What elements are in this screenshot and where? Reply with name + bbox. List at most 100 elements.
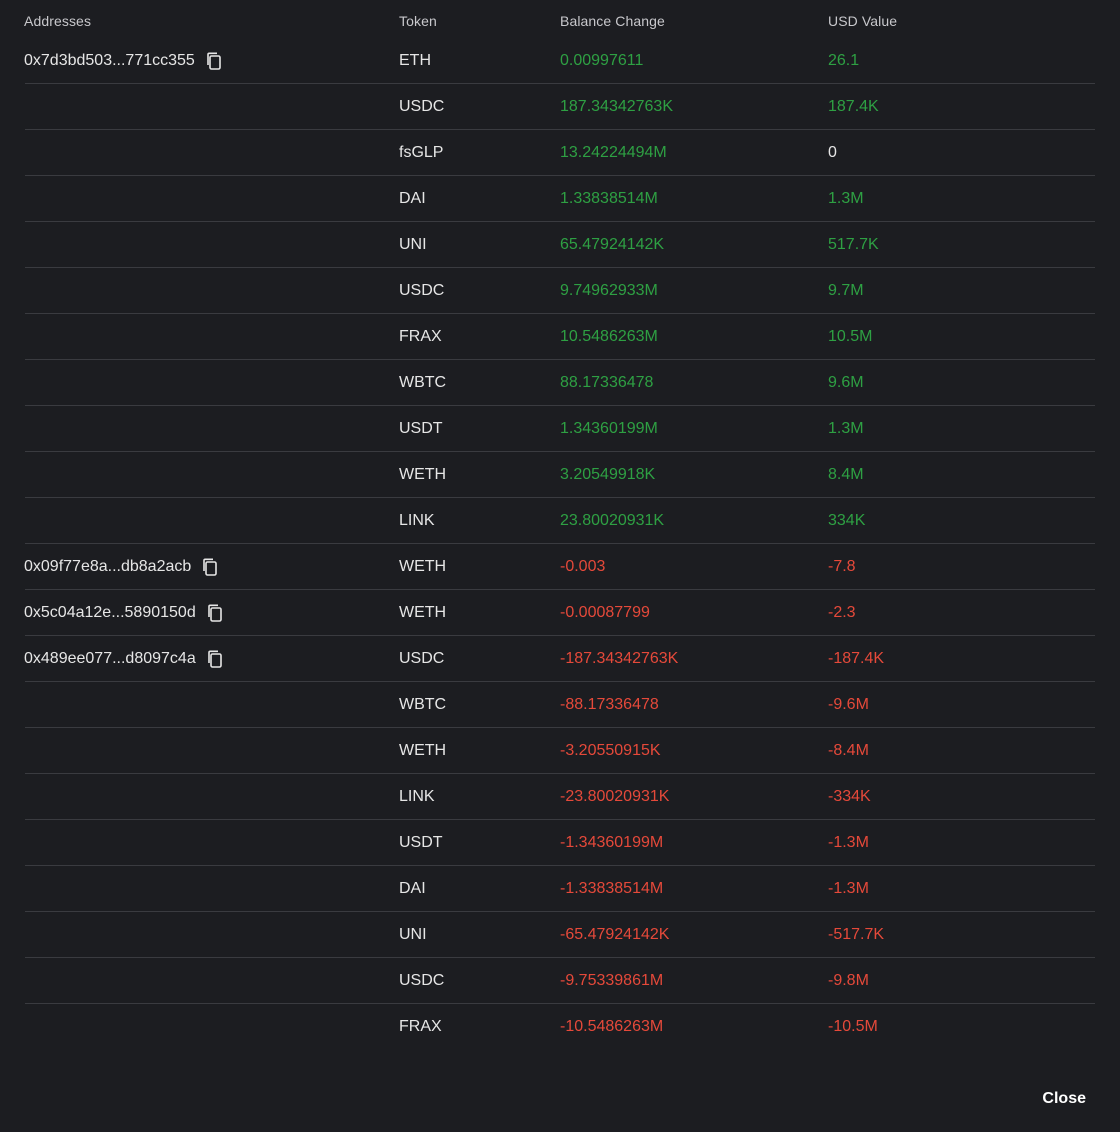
token-cell: USDT: [399, 834, 443, 851]
usd-value-cell: 187.4K: [828, 98, 879, 115]
token-cell: FRAX: [399, 328, 442, 345]
table-row: 0x5c04a12e...5890150d WETH -0.00087799 -2.3: [0, 590, 1120, 636]
token-cell: LINK: [399, 512, 435, 529]
balance-change-cell: -0.00087799: [560, 604, 650, 621]
address-cell: 0x09f77e8a...db8a2acb: [24, 558, 219, 576]
usd-value-cell: -187.4K: [828, 650, 885, 667]
balance-change-cell: 1.33838514M: [560, 190, 658, 207]
address-cell: 0x489ee077...d8097c4a: [24, 650, 224, 668]
table-row: UNI 65.47924142K 517.7K: [0, 222, 1120, 268]
address-cell: 0x7d3bd503...771cc355: [24, 52, 223, 70]
table-row: WBTC 88.17336478 9.6M: [0, 360, 1120, 406]
table-row: WETH 3.20549918K 8.4M: [0, 452, 1120, 498]
table-row: FRAX 10.5486263M 10.5M: [0, 314, 1120, 360]
balance-change-cell: -1.33838514M: [560, 880, 664, 897]
table-row: WETH -3.20550915K -8.4M: [0, 728, 1120, 774]
table-row: LINK 23.80020931K 334K: [0, 498, 1120, 544]
column-header-balance-change: Balance Change: [560, 13, 665, 29]
table-row: USDC 9.74962933M 9.7M: [0, 268, 1120, 314]
usd-value-cell: -9.8M: [828, 972, 869, 989]
copy-icon[interactable]: [201, 558, 219, 576]
token-cell: USDC: [399, 972, 445, 989]
close-button[interactable]: Close: [1042, 1090, 1086, 1108]
table-row: USDC 187.34342763K 187.4K: [0, 84, 1120, 130]
usd-value-cell: -517.7K: [828, 926, 885, 943]
balance-change-cell: 0.00997611: [560, 52, 644, 69]
copy-icon[interactable]: [205, 52, 223, 70]
usd-value-cell: -334K: [828, 788, 871, 805]
balance-change-cell: -3.20550915K: [560, 742, 661, 759]
usd-value-cell: 334K: [828, 512, 866, 529]
balance-change-cell: 3.20549918K: [560, 466, 656, 483]
table-row: 0x7d3bd503...771cc355 ETH 0.00997611 26.1: [0, 38, 1120, 84]
address-text[interactable]: 0x09f77e8a...db8a2acb: [24, 558, 191, 576]
usd-value-cell: 1.3M: [828, 420, 864, 437]
token-cell: ETH: [399, 52, 431, 69]
balance-change-cell: 13.24224494M: [560, 144, 667, 161]
column-header-addresses: Addresses: [24, 13, 92, 29]
balance-change-cell: -65.47924142K: [560, 926, 670, 943]
table-row: UNI -65.47924142K -517.7K: [0, 912, 1120, 958]
balance-change-cell: 10.5486263M: [560, 328, 658, 345]
address-text[interactable]: 0x7d3bd503...771cc355: [24, 52, 195, 70]
address-text[interactable]: 0x489ee077...d8097c4a: [24, 650, 196, 668]
balance-change-cell: -88.17336478: [560, 696, 659, 713]
token-cell: DAI: [399, 880, 426, 897]
balance-changes-table: 0x7d3bd503...771cc355 ETH 0.00997611 26.1 US…: [0, 38, 1120, 1050]
token-cell: WBTC: [399, 374, 447, 391]
copy-icon[interactable]: [206, 650, 224, 668]
table-row: LINK -23.80020931K -334K: [0, 774, 1120, 820]
balance-change-cell: 88.17336478: [560, 374, 654, 391]
balance-change-cell: -0.003: [560, 558, 606, 575]
usd-value-cell: -9.6M: [828, 696, 869, 713]
usd-value-cell: -8.4M: [828, 742, 869, 759]
token-cell: WBTC: [399, 696, 447, 713]
copy-icon[interactable]: [206, 604, 224, 622]
address-cell: 0x5c04a12e...5890150d: [24, 604, 224, 622]
usd-value-cell: -1.3M: [828, 834, 869, 851]
token-cell: FRAX: [399, 1018, 442, 1035]
balance-change-cell: 65.47924142K: [560, 236, 665, 253]
usd-value-cell: -7.8: [828, 558, 856, 575]
table-row: fsGLP 13.24224494M 0: [0, 130, 1120, 176]
column-header-usd-value: USD Value: [828, 13, 898, 29]
token-cell: fsGLP: [399, 144, 444, 161]
balance-change-cell: 1.34360199M: [560, 420, 658, 437]
balance-change-cell: 9.74962933M: [560, 282, 658, 299]
token-cell: LINK: [399, 788, 435, 805]
token-cell: WETH: [399, 742, 447, 759]
token-cell: USDT: [399, 420, 443, 437]
balance-change-cell: -10.5486263M: [560, 1018, 664, 1035]
usd-value-cell: -2.3: [828, 604, 856, 621]
usd-value-cell: 1.3M: [828, 190, 864, 207]
token-cell: UNI: [399, 236, 427, 253]
table-row: USDT 1.34360199M 1.3M: [0, 406, 1120, 452]
usd-value-cell: 26.1: [828, 52, 860, 69]
token-cell: USDC: [399, 98, 445, 115]
table-row: FRAX -10.5486263M -10.5M: [0, 1004, 1120, 1050]
usd-value-cell: 0: [828, 144, 837, 161]
balance-change-cell: 23.80020931K: [560, 512, 665, 529]
table-row: USDC -9.75339861M -9.8M: [0, 958, 1120, 1004]
token-cell: WETH: [399, 466, 447, 483]
table-row: USDT -1.34360199M -1.3M: [0, 820, 1120, 866]
usd-value-cell: 9.7M: [828, 282, 864, 299]
table-row: 0x09f77e8a...db8a2acb WETH -0.003 -7.8: [0, 544, 1120, 590]
balance-change-cell: 187.34342763K: [560, 98, 673, 115]
token-cell: WETH: [399, 604, 447, 621]
balance-change-cell: -9.75339861M: [560, 972, 664, 989]
token-cell: WETH: [399, 558, 447, 575]
column-header-token: Token: [399, 13, 437, 29]
table-row: DAI 1.33838514M 1.3M: [0, 176, 1120, 222]
token-cell: USDC: [399, 650, 445, 667]
address-text[interactable]: 0x5c04a12e...5890150d: [24, 604, 196, 622]
balance-change-cell: -23.80020931K: [560, 788, 670, 805]
balance-change-cell: -1.34360199M: [560, 834, 664, 851]
usd-value-cell: -1.3M: [828, 880, 869, 897]
table-row: WBTC -88.17336478 -9.6M: [0, 682, 1120, 728]
table-row: 0x489ee077...d8097c4a USDC -187.34342763K -…: [0, 636, 1120, 682]
table-header: Addresses Token Balance Change USD Value: [0, 0, 1120, 42]
usd-value-cell: 9.6M: [828, 374, 864, 391]
table-row: DAI -1.33838514M -1.3M: [0, 866, 1120, 912]
balance-change-cell: -187.34342763K: [560, 650, 679, 667]
